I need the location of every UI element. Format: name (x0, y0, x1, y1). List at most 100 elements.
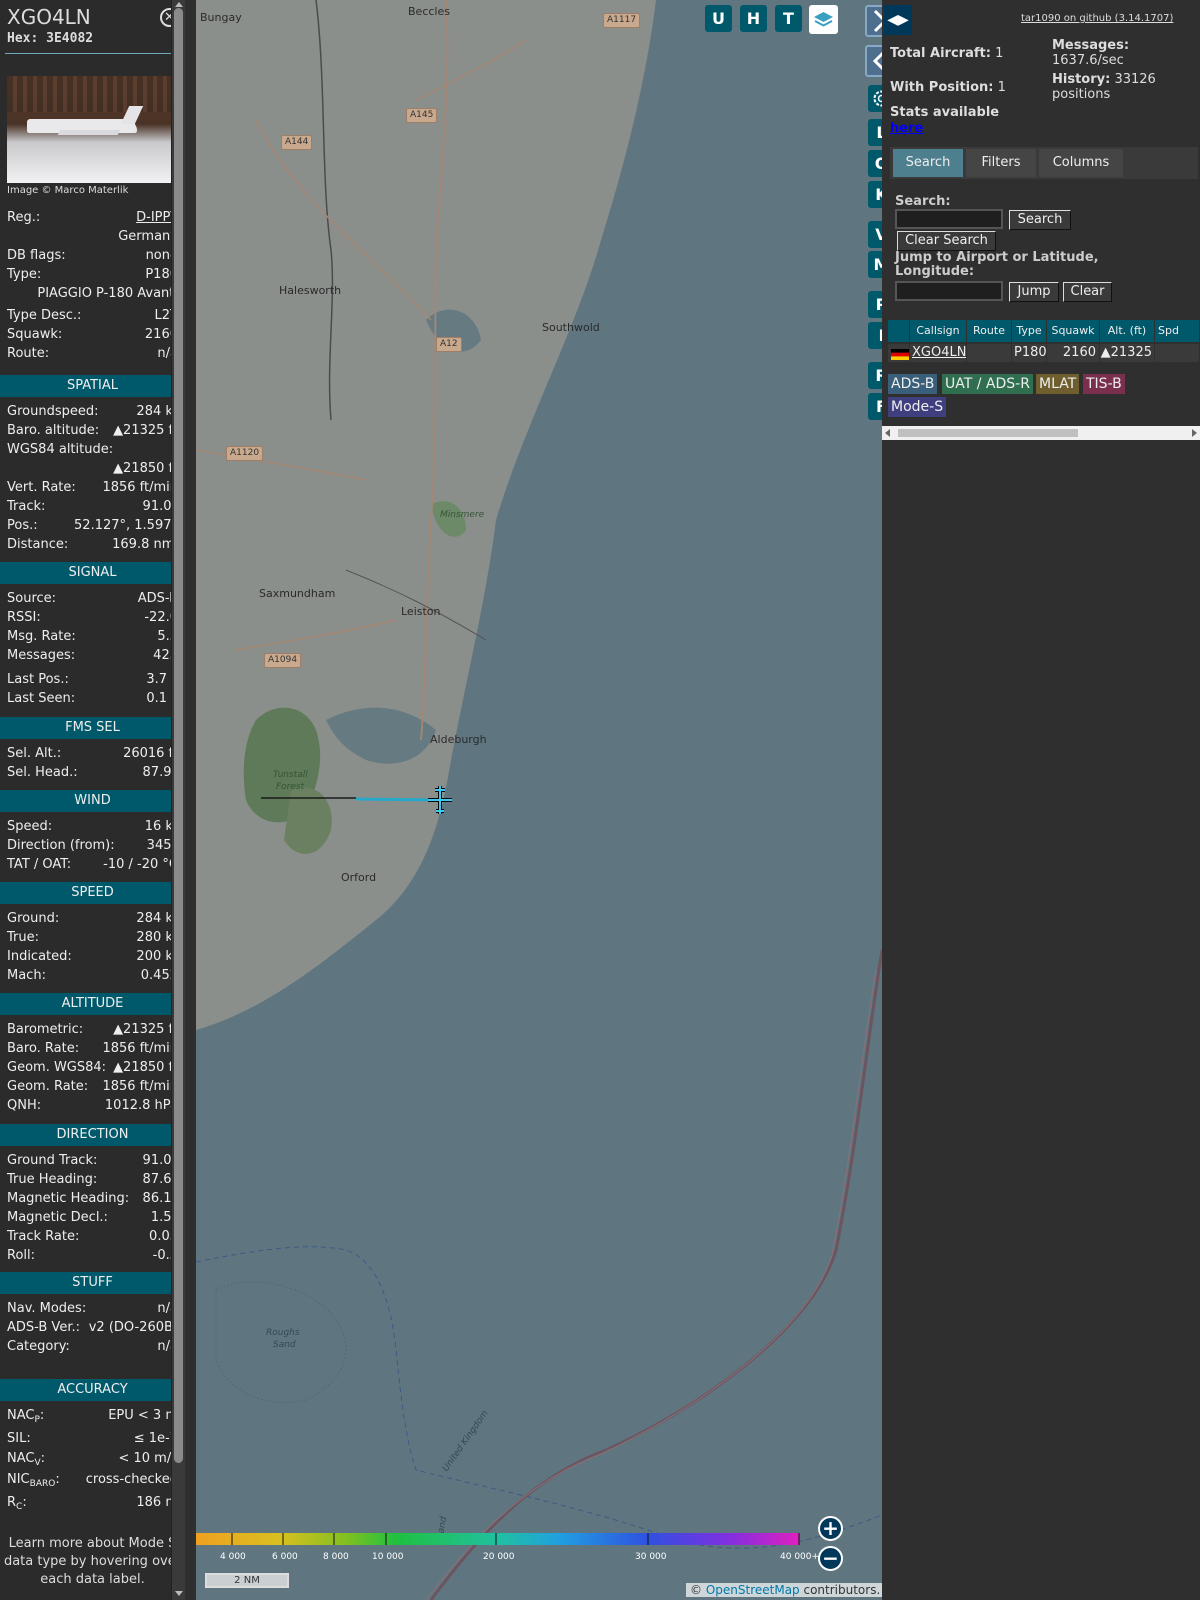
column-header-squawk[interactable]: Squawk (1047, 320, 1100, 342)
expand-sidebar-icon[interactable]: ◀▶ (884, 5, 912, 35)
sea-label: Roughs (266, 1328, 300, 1338)
altitude-scale-label: 6 000 (272, 1552, 298, 1562)
scroll-left-icon[interactable] (885, 429, 890, 437)
detail-type: Type: P180 (7, 267, 178, 282)
detail-country: Germany (118, 229, 178, 244)
legend-uat: UAT / ADS-R (942, 374, 1033, 394)
altitude-scale-label: 20 000 (483, 1552, 515, 1562)
map-attribution: © OpenStreetMap contributors. (686, 1583, 885, 1597)
learn-more-text: Learn more about Mode S data type by hov… (3, 1536, 182, 1587)
column-header-speed[interactable]: Spd (1155, 320, 1200, 342)
column-header-altitude[interactable]: Alt. (ft) (1100, 320, 1155, 342)
fms-row: Sel. Alt.: 26016 ft (7, 746, 178, 761)
legend-adsb: ADS-B (888, 374, 938, 394)
spatial-row: Distance: 169.8 nmi (7, 537, 178, 552)
toggle-u-button[interactable]: U (705, 5, 732, 32)
signal-row: Messages: 423 (7, 648, 178, 663)
column-header-route[interactable]: Route (967, 320, 1012, 342)
direction-row: Magnetic Heading: 86.1° (7, 1191, 178, 1206)
town-label: Bungay (200, 11, 242, 24)
altitude-row: Geom. WGS84: ▲21850 ft (7, 1060, 178, 1075)
table-cell-callsign[interactable]: XGO4LN (910, 344, 967, 362)
with-position-stat: With Position: 1 (890, 80, 1006, 95)
scroll-thumb[interactable] (898, 429, 1078, 437)
direction-row: Track Rate: 0.03 (7, 1229, 178, 1244)
layers-icon[interactable] (809, 5, 838, 34)
town-label: Southwold (542, 321, 600, 334)
section-speed: SPEED (0, 882, 185, 904)
road-label: A12 (436, 337, 462, 352)
messages-stat: Messages: (1052, 38, 1130, 53)
spatial-row: Groundspeed: 284 kt (7, 404, 178, 419)
town-label: Aldeburgh (430, 733, 487, 746)
table-cell-route (967, 344, 1012, 362)
altitude-scale-label: 4 000 (220, 1552, 246, 1562)
toggle-t-button[interactable]: T (775, 5, 802, 32)
jump-button[interactable]: Jump (1009, 282, 1059, 302)
accuracy-row: NACV: < 10 m/s (7, 1451, 178, 1468)
signal-row: Last Pos.: 3.7 s (7, 672, 178, 687)
column-header-flag[interactable] (888, 320, 910, 342)
spatial-row: Baro. altitude: ▲21325 ft (7, 423, 178, 438)
direction-row: Ground Track: 91.0° (7, 1153, 178, 1168)
speed-row: Mach: 0.452 (7, 968, 178, 983)
photo-credit[interactable]: Image © Marco Materlik (7, 185, 128, 196)
sidebar-tabs: Search Filters Columns (890, 147, 1198, 179)
map-tiles (196, 0, 882, 1600)
road-label: A1120 (226, 446, 264, 461)
accuracy-row: NICBARO: cross-checked (7, 1472, 178, 1489)
scroll-down-icon[interactable] (175, 1591, 183, 1596)
tab-filters[interactable]: Filters (966, 149, 1036, 177)
stats-link[interactable]: here (890, 121, 923, 136)
altitude-row: QNH: 1012.8 hPa (7, 1098, 178, 1113)
zoom-out-button[interactable]: − (818, 1546, 843, 1571)
tab-columns[interactable]: Columns (1039, 149, 1123, 177)
legend-mlat: MLAT (1036, 374, 1080, 394)
osm-link[interactable]: OpenStreetMap (706, 1583, 800, 1597)
town-label: Tunstall (273, 770, 308, 780)
search-button[interactable]: Search (1009, 210, 1071, 230)
github-link[interactable]: tar1090 on github (3.14.1707) (1021, 13, 1173, 24)
jump-input[interactable] (895, 281, 1003, 301)
history-unit: positions (1052, 87, 1111, 102)
column-header-callsign[interactable]: Callsign (910, 320, 967, 342)
detail-db-flags: DB flags: none (7, 248, 178, 263)
scroll-up-icon[interactable] (175, 2, 183, 7)
town-label: Orford (341, 871, 377, 884)
table-horizontal-scrollbar[interactable] (882, 426, 1200, 440)
tab-search[interactable]: Search (893, 149, 963, 177)
stats-link-wrap: here (890, 121, 923, 136)
messages-value: 1637.6/sec (1052, 53, 1124, 68)
detail-registration: Reg.: D-IPPY (7, 210, 178, 225)
info-scrollbar[interactable] (171, 0, 185, 1600)
detail-type-desc: Type Desc.: L2T (7, 308, 178, 323)
table-cell-speed (1155, 344, 1200, 362)
scroll-thumb[interactable] (174, 8, 183, 1463)
selected-callsign: XGO4LN (7, 5, 91, 29)
selected-hex: Hex: 3E4082 (7, 31, 94, 46)
town-label: Forest (276, 782, 305, 792)
toggle-h-button[interactable]: H (740, 5, 767, 32)
germany-flag-icon (891, 349, 909, 360)
stuff-row: Category: n/a (7, 1339, 178, 1354)
direction-row: Roll: -0.3 (7, 1248, 178, 1263)
altitude-scale-label: 8 000 (323, 1552, 349, 1562)
signal-row: RSSI: -22.0 (7, 610, 178, 625)
scroll-right-icon[interactable] (1192, 429, 1197, 437)
aircraft-photo[interactable] (7, 76, 178, 183)
signal-row: Last Seen: 0.1 s (7, 691, 178, 706)
clear-button[interactable]: Clear (1063, 282, 1112, 302)
zoom-in-button[interactable]: + (818, 1516, 843, 1541)
accuracy-row: RC: 186 m (7, 1495, 178, 1512)
altitude-row: Geom. Rate: 1856 ft/min (7, 1079, 178, 1094)
speed-row: True: 280 kt (7, 930, 178, 945)
column-header-type[interactable]: Type (1012, 320, 1047, 342)
stuff-row: Nav. Modes: n/a (7, 1301, 178, 1316)
town-label: Beccles (408, 5, 450, 18)
town-label: Leiston (401, 605, 441, 618)
table-cell-altitude: ▲21325 (1100, 344, 1155, 362)
clear-search-button[interactable]: Clear Search (897, 231, 996, 251)
search-input[interactable] (895, 209, 1003, 229)
signal-row: Msg. Rate: 5.5 (7, 629, 178, 644)
map-canvas[interactable]: A1117 A145 A144 A12 A1120 A1094 Bungay B… (196, 0, 882, 1600)
